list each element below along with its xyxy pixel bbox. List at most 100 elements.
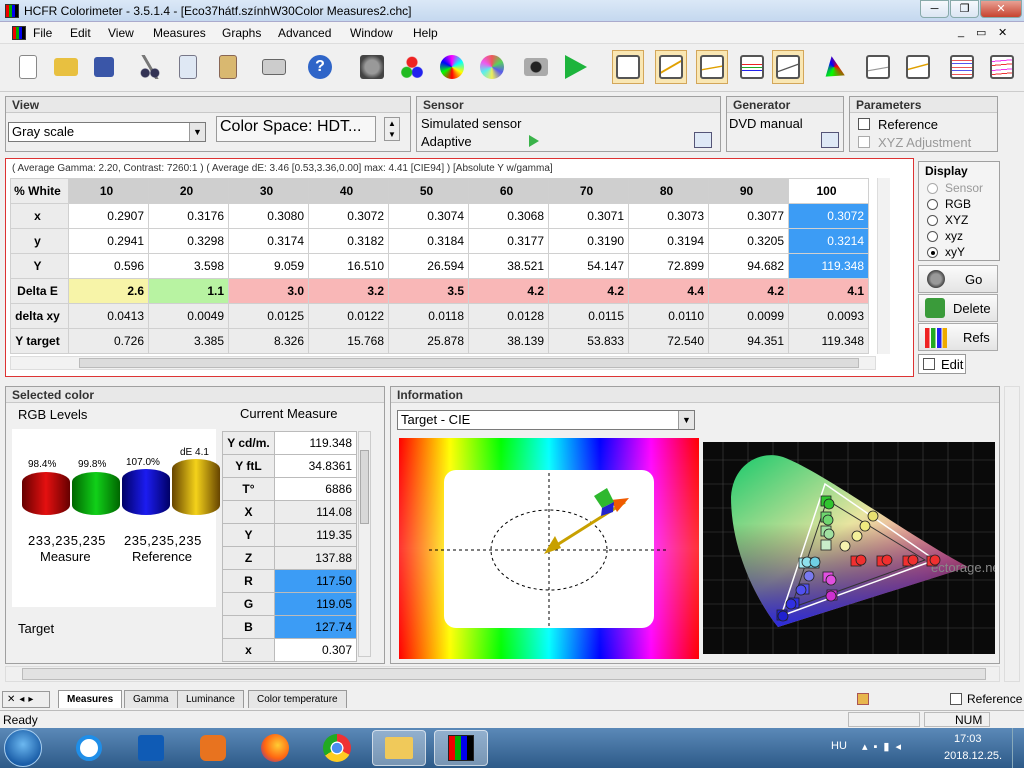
clock-time[interactable]: 17:03	[954, 733, 982, 745]
minimize-button[interactable]: ─	[920, 0, 949, 18]
grid-cell[interactable]: 0.3174	[228, 228, 309, 254]
grid-cell[interactable]: 38.139	[468, 328, 549, 354]
grid-cell[interactable]: 0.3184	[388, 228, 469, 254]
camera-button[interactable]	[520, 50, 552, 84]
grid-cell[interactable]: 0.3214	[788, 228, 869, 254]
grid-cell[interactable]: 0.0118	[388, 303, 469, 329]
grid-cell[interactable]: 0.0413	[68, 303, 149, 329]
grid-cell[interactable]: 26.594	[388, 253, 469, 279]
view-mode-select[interactable]: Gray scale ▼	[8, 122, 206, 142]
grid-cell[interactable]: 94.351	[708, 328, 789, 354]
grid-cell[interactable]: 3.385	[148, 328, 229, 354]
cut-button[interactable]	[134, 50, 166, 84]
grid-cell[interactable]: 8.326	[228, 328, 309, 354]
view-rgb-button[interactable]	[736, 50, 768, 84]
outlook-taskbar-item[interactable]	[124, 730, 178, 766]
main-hscroll[interactable]	[5, 666, 1000, 682]
menu-edit[interactable]: Edit	[70, 26, 91, 40]
close-button[interactable]: ✕	[980, 0, 1022, 18]
grid-cell[interactable]: 3.0	[228, 278, 309, 304]
tab-color-temperature[interactable]: Color temperature	[248, 690, 347, 708]
new-button[interactable]	[12, 50, 44, 84]
grid-cell[interactable]: 72.540	[628, 328, 709, 354]
col-header[interactable]: 30	[228, 178, 309, 204]
col-header[interactable]: 40	[308, 178, 389, 204]
generator-config-icon[interactable]	[821, 132, 839, 148]
grid-cell[interactable]: 72.899	[628, 253, 709, 279]
grid-cell[interactable]: 25.878	[388, 328, 469, 354]
measure-all-button[interactable]	[476, 50, 508, 84]
menu-advanced[interactable]: Advanced	[278, 26, 331, 40]
col-header[interactable]: 100	[788, 178, 869, 204]
grid-cell[interactable]: 3.5	[388, 278, 469, 304]
display-xyy-radio[interactable]	[927, 247, 938, 258]
grid-cell[interactable]: 0.3194	[628, 228, 709, 254]
menu-help[interactable]: Help	[413, 26, 438, 40]
measure-value[interactable]: 119.35	[274, 523, 357, 547]
view-multi2-button[interactable]	[986, 50, 1018, 84]
grid-cell[interactable]: 0.0128	[468, 303, 549, 329]
grid-cell[interactable]: 16.510	[308, 253, 389, 279]
measure-value[interactable]: 137.88	[274, 546, 357, 570]
view-temperature-button[interactable]	[772, 50, 804, 84]
grid-cell[interactable]: 0.3298	[148, 228, 229, 254]
view-data-button[interactable]	[612, 50, 644, 84]
app-icon[interactable]	[5, 4, 19, 18]
grid-cell[interactable]: 4.2	[708, 278, 789, 304]
col-header[interactable]: 20	[148, 178, 229, 204]
go-button[interactable]: Go	[918, 265, 998, 293]
grid-cell[interactable]: 2.6	[68, 278, 149, 304]
edit-toggle[interactable]: Edit	[918, 354, 966, 374]
grid-vscroll[interactable]	[877, 178, 890, 354]
maximize-button[interactable]: ❐	[950, 0, 979, 18]
grid-cell[interactable]: 0.3072	[788, 203, 869, 229]
main-vscroll[interactable]	[1004, 386, 1020, 682]
chevron-down-icon[interactable]: ▼	[678, 411, 694, 429]
grid-cell[interactable]: 0.0125	[228, 303, 309, 329]
print-button[interactable]	[258, 50, 290, 84]
col-header[interactable]: 60	[468, 178, 549, 204]
grid-cell[interactable]: 4.2	[468, 278, 549, 304]
grid-cell[interactable]: 0.3176	[148, 203, 229, 229]
grid-hscroll[interactable]	[10, 356, 876, 370]
doc-close-button[interactable]: ✕	[998, 26, 1007, 39]
display-sensor-radio[interactable]	[927, 183, 938, 194]
display-lower-xyz-radio[interactable]	[927, 231, 938, 242]
col-header[interactable]: 90	[708, 178, 789, 204]
chevron-down-icon[interactable]: ▼	[189, 123, 205, 141]
tab-measures[interactable]: Measures	[58, 690, 123, 708]
grid-cell[interactable]: 38.521	[468, 253, 549, 279]
grid-cell[interactable]: 53.833	[548, 328, 629, 354]
grid-cell[interactable]: 3.598	[148, 253, 229, 279]
measure-primaries-button[interactable]	[396, 50, 428, 84]
show-desktop-button[interactable]	[1012, 728, 1024, 768]
grid-cell[interactable]: 0.3077	[708, 203, 789, 229]
grid-cell[interactable]: 4.4	[628, 278, 709, 304]
view-luminance-button[interactable]	[696, 50, 728, 84]
reference-checkbox[interactable]	[858, 118, 870, 130]
grid-cell[interactable]: 0.0099	[708, 303, 789, 329]
measure-secondaries-button[interactable]	[436, 50, 468, 84]
grid-cell[interactable]: 0.596	[68, 253, 149, 279]
grid-cell[interactable]: 0.3177	[468, 228, 549, 254]
sensor-config-icon[interactable]	[694, 132, 712, 148]
grid-cell[interactable]: 4.2	[548, 278, 629, 304]
grid-cell[interactable]: 0.726	[68, 328, 149, 354]
measure-value[interactable]: 119.05	[274, 592, 357, 616]
grid-cell[interactable]: 0.0110	[628, 303, 709, 329]
doc-restore-button[interactable]: ▭	[976, 26, 986, 39]
target-view[interactable]	[399, 438, 699, 659]
col-header[interactable]: 80	[628, 178, 709, 204]
tab-luminance[interactable]: Luminance	[177, 690, 244, 708]
grid-cell[interactable]: 4.1	[788, 278, 869, 304]
language-indicator[interactable]: HU	[831, 740, 847, 752]
measure-value[interactable]: 127.74	[274, 615, 357, 639]
explorer-taskbar-item[interactable]	[372, 730, 426, 766]
grid-cell[interactable]: 0.3074	[388, 203, 469, 229]
grid-cell[interactable]: 0.0093	[788, 303, 869, 329]
save-button[interactable]	[88, 50, 120, 84]
grid-cell[interactable]: 0.2907	[68, 203, 149, 229]
grid-cell[interactable]: 54.147	[548, 253, 629, 279]
doc-icon[interactable]	[12, 26, 26, 40]
grid-cell[interactable]: 0.3073	[628, 203, 709, 229]
